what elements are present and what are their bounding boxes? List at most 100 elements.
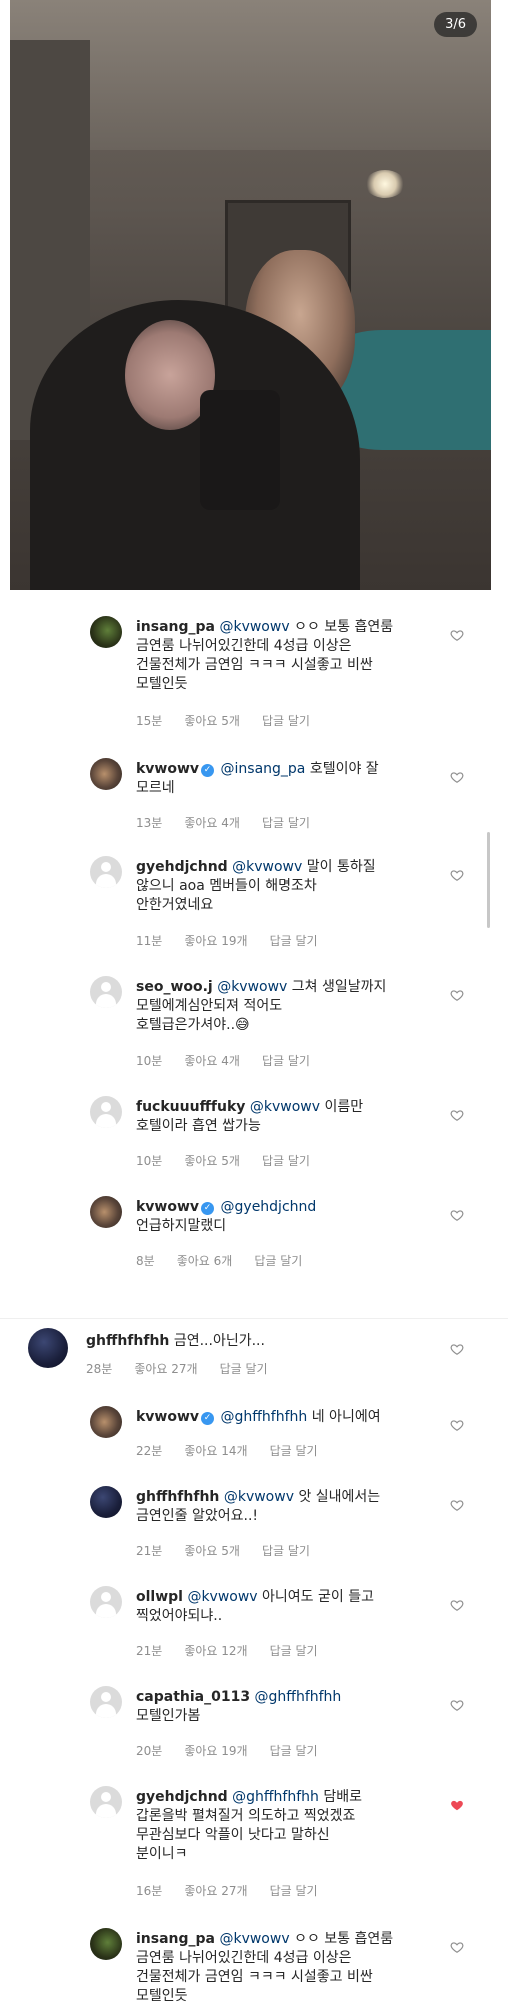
mention-link[interactable]: @kvwowv bbox=[224, 1489, 294, 1505]
comment-likes[interactable]: 좋아요 5개 bbox=[184, 714, 240, 728]
reply-button[interactable]: 답글 달기 bbox=[262, 1154, 310, 1168]
reply-button[interactable]: 답글 달기 bbox=[262, 1054, 310, 1068]
comment-username[interactable]: ghffhfhfhh bbox=[136, 1489, 219, 1505]
reply-button[interactable]: 답글 달기 bbox=[270, 1744, 318, 1758]
comment-text: gyehdjchnd @kvwowv 말이 통하질 않으니 aoa 멤버들이 해… bbox=[136, 858, 440, 915]
avatar[interactable] bbox=[90, 856, 122, 888]
comment-likes[interactable]: 좋아요 4개 bbox=[184, 816, 240, 830]
avatar[interactable] bbox=[90, 1928, 122, 1960]
comment-text: kvwowv ✓ @gyehdjchnd 언급하지말랬디 bbox=[136, 1198, 440, 1236]
comment-username[interactable]: ollwpl bbox=[136, 1589, 183, 1605]
comment-meta: 10분 좋아요 5개 답글 달기 bbox=[136, 1152, 332, 1169]
comment-body: 금연...아닌가... bbox=[173, 1333, 265, 1349]
avatar[interactable] bbox=[90, 1406, 122, 1438]
comment-likes[interactable]: 좋아요 14개 bbox=[184, 1444, 247, 1458]
comment-username[interactable]: seo_woo.j bbox=[136, 979, 213, 995]
comment-username[interactable]: insang_pa bbox=[136, 619, 215, 635]
heart-icon[interactable] bbox=[450, 1418, 464, 1432]
comment-likes[interactable]: 좋아요 5개 bbox=[184, 1544, 240, 1558]
comment-meta: 21분 좋아요 12개 답글 달기 bbox=[136, 1642, 340, 1659]
comment-meta: 20분 좋아요 19개 답글 달기 bbox=[136, 1742, 340, 1759]
avatar[interactable] bbox=[90, 1096, 122, 1128]
heart-icon[interactable] bbox=[450, 1798, 464, 1812]
reply-button[interactable]: 답글 달기 bbox=[270, 1644, 318, 1658]
avatar[interactable] bbox=[90, 1196, 122, 1228]
comment-likes[interactable]: 좋아요 19개 bbox=[184, 934, 247, 948]
reply-button[interactable]: 답글 달기 bbox=[270, 1444, 318, 1458]
avatar[interactable] bbox=[28, 1328, 68, 1368]
heart-icon[interactable] bbox=[450, 1498, 464, 1512]
heart-icon[interactable] bbox=[450, 628, 464, 642]
comment-time: 22분 bbox=[136, 1444, 163, 1458]
reply-button[interactable]: 답글 달기 bbox=[262, 816, 310, 830]
comment-likes[interactable]: 좋아요 12개 bbox=[184, 1644, 247, 1658]
comment-likes[interactable]: 좋아요 27개 bbox=[184, 1884, 247, 1898]
mention-link[interactable]: @kvwowv bbox=[232, 859, 302, 875]
mention-link[interactable]: @gyehdjchnd bbox=[221, 1199, 317, 1215]
heart-icon[interactable] bbox=[450, 1940, 464, 1954]
comment-username[interactable]: kvwowv bbox=[136, 1409, 199, 1425]
verified-badge-icon: ✓ bbox=[201, 1202, 215, 1215]
heart-icon[interactable] bbox=[450, 1342, 464, 1356]
avatar[interactable] bbox=[90, 616, 122, 648]
comment-username[interactable]: fuckuuufffuky bbox=[136, 1099, 245, 1115]
comment-username[interactable]: insang_pa bbox=[136, 1931, 215, 1947]
avatar[interactable] bbox=[90, 1686, 122, 1718]
comment-username[interactable]: kvwowv bbox=[136, 1199, 199, 1215]
comment-meta: 16분 좋아요 27개 답글 달기 bbox=[136, 1882, 340, 1899]
reply-button[interactable]: 답글 달기 bbox=[220, 1362, 268, 1376]
reply-button[interactable]: 답글 달기 bbox=[262, 1544, 310, 1558]
comment-username[interactable]: kvwowv bbox=[136, 761, 199, 777]
heart-icon[interactable] bbox=[450, 770, 464, 784]
heart-icon[interactable] bbox=[450, 988, 464, 1002]
comment-username[interactable]: gyehdjchnd bbox=[136, 859, 228, 875]
heart-icon[interactable] bbox=[450, 1208, 464, 1222]
avatar[interactable] bbox=[90, 1586, 122, 1618]
comment-username[interactable]: capathia_0113 bbox=[136, 1689, 250, 1705]
comment-text: gyehdjchnd @ghffhfhfhh 담배로 갑론을박 펼쳐질거 의도하… bbox=[136, 1788, 440, 1864]
comment-time: 8분 bbox=[136, 1254, 155, 1268]
photo-light bbox=[365, 170, 405, 198]
heart-icon[interactable] bbox=[450, 1108, 464, 1122]
comment-likes[interactable]: 좋아요 4개 bbox=[184, 1054, 240, 1068]
heart-icon[interactable] bbox=[450, 1698, 464, 1712]
reply-button[interactable]: 답글 달기 bbox=[270, 934, 318, 948]
comment-username[interactable]: ghffhfhfhh bbox=[86, 1333, 169, 1349]
comment-text: ghffhfhfhh @kvwowv 앗 실내에서는 금연인줄 알았어요..! bbox=[136, 1488, 440, 1526]
comment-likes[interactable]: 좋아요 27개 bbox=[134, 1362, 197, 1376]
comment-text: insang_pa @kvwowv ㅇㅇ 보통 흡연룸 금연룸 나뉘어있긴한데 … bbox=[136, 1930, 440, 2006]
mention-link[interactable]: @ghffhfhfhh bbox=[255, 1689, 342, 1705]
mention-link[interactable]: @kvwowv bbox=[250, 1099, 320, 1115]
comment-likes[interactable]: 좋아요 5개 bbox=[184, 1154, 240, 1168]
comment-meta: 13분 좋아요 4개 답글 달기 bbox=[136, 814, 332, 831]
comment-time: 21분 bbox=[136, 1644, 163, 1658]
scrollbar[interactable] bbox=[487, 832, 490, 928]
comment-time: 28분 bbox=[86, 1362, 113, 1376]
thread-divider bbox=[0, 1318, 508, 1319]
mention-link[interactable]: @kvwowv bbox=[217, 979, 287, 995]
comment-likes[interactable]: 좋아요 19개 bbox=[184, 1744, 247, 1758]
mention-link[interactable]: @kvwowv bbox=[219, 619, 289, 635]
avatar[interactable] bbox=[90, 1486, 122, 1518]
avatar[interactable] bbox=[90, 976, 122, 1008]
mention-link[interactable]: @insang_pa bbox=[221, 761, 306, 777]
mention-link[interactable]: @kvwowv bbox=[187, 1589, 257, 1605]
mention-link[interactable]: @kvwowv bbox=[219, 1931, 289, 1947]
reply-button[interactable]: 답글 달기 bbox=[262, 714, 310, 728]
avatar[interactable] bbox=[90, 1786, 122, 1818]
comment-meta: 28분 좋아요 27개 답글 달기 bbox=[86, 1360, 290, 1377]
comment-time: 20분 bbox=[136, 1744, 163, 1758]
avatar[interactable] bbox=[90, 758, 122, 790]
reply-button[interactable]: 답글 달기 bbox=[270, 1884, 318, 1898]
comment-time: 10분 bbox=[136, 1054, 163, 1068]
comment-username[interactable]: gyehdjchnd bbox=[136, 1789, 228, 1805]
heart-icon[interactable] bbox=[450, 868, 464, 882]
comment-likes[interactable]: 좋아요 6개 bbox=[177, 1254, 233, 1268]
heart-icon[interactable] bbox=[450, 1598, 464, 1612]
reply-button[interactable]: 답글 달기 bbox=[254, 1254, 302, 1268]
mention-link[interactable]: @ghffhfhfhh bbox=[221, 1409, 308, 1425]
post-photo[interactable]: 3/6 bbox=[10, 0, 491, 590]
mention-link[interactable]: @ghffhfhfhh bbox=[232, 1789, 319, 1805]
comment-time: 15분 bbox=[136, 714, 163, 728]
comment-meta: 22분 좋아요 14개 답글 달기 bbox=[136, 1442, 340, 1459]
